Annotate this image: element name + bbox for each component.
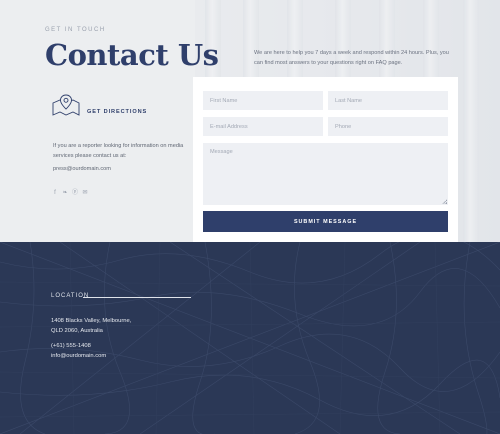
address-line-2: QLD 2060, Australia <box>51 328 103 334</box>
address-line-1: 1408 Blacks Valley, Melbourne, <box>51 318 132 324</box>
message-textarea[interactable] <box>203 143 448 205</box>
get-directions-link[interactable]: GET DIRECTIONS <box>87 109 147 115</box>
pinterest-icon[interactable]: ⓟ <box>72 190 78 196</box>
first-name-input[interactable] <box>203 91 323 110</box>
eyebrow-label: GET IN TOUCH <box>45 27 106 33</box>
contact-hero: GET IN TOUCH Contact Us We are here to h… <box>0 0 500 242</box>
location-heading: LOCATION <box>51 293 90 299</box>
phone-input[interactable] <box>328 117 448 136</box>
email-input[interactable] <box>203 117 323 136</box>
reporter-text: If you are a reporter looking for inform… <box>53 143 184 159</box>
email-link[interactable]: info@ourdomain.com <box>51 353 106 359</box>
intro-text: We are here to help you 7 days a week an… <box>254 50 449 66</box>
map-pin-icon[interactable] <box>51 93 81 117</box>
submit-message-button[interactable]: SUBMIT MESSAGE <box>203 211 448 232</box>
resize-handle-icon[interactable] <box>442 199 447 204</box>
page-title: Contact Us <box>45 38 219 72</box>
map-background <box>0 242 500 434</box>
facebook-icon[interactable]: f <box>52 190 58 196</box>
phone-link[interactable]: (+61) 555-1408 <box>51 343 91 349</box>
mail-icon[interactable]: ✉ <box>82 190 88 196</box>
last-name-input[interactable] <box>328 91 448 110</box>
location-map: LOCATION 1408 Blacks Valley, Melbourne, … <box>0 242 500 434</box>
press-email-link[interactable]: press@ourdomain.com <box>53 166 111 172</box>
heading-divider <box>83 297 191 298</box>
social-links: f ❧ ⓟ ✉ <box>52 190 88 196</box>
twitter-icon[interactable]: ❧ <box>62 190 68 196</box>
contact-form-card: SUBMIT MESSAGE <box>193 77 458 242</box>
